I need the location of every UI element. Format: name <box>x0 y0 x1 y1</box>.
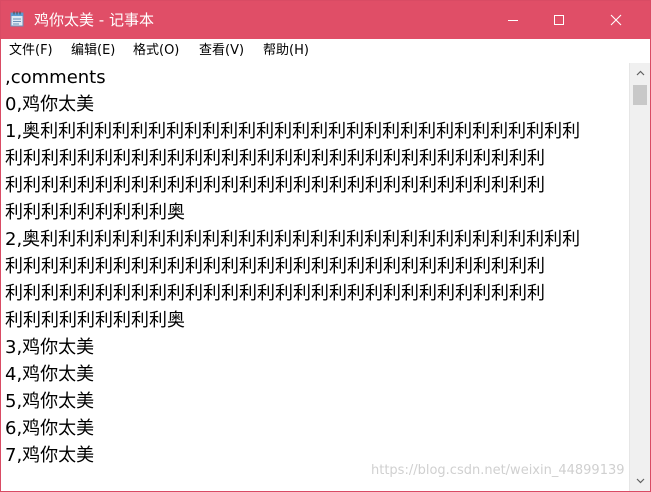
menu-bar: 文件(F) 编辑(E) 格式(O) 查看(V) 帮助(H) <box>1 39 650 63</box>
text-line: 利利利利利利利利利奥 <box>5 310 185 331</box>
text-line: 3,鸡你太美 <box>5 337 95 358</box>
text-line: 6,鸡你太美 <box>5 418 95 439</box>
notepad-window: 鸡你太美 - 记事本 文件(F) 编辑(E) 格式(O) 查看(V) 帮助(H)… <box>0 0 651 492</box>
title-bar[interactable]: 鸡你太美 - 记事本 <box>1 1 650 39</box>
text-line: 利利利利利利利利利利利利利利利利利利利利利利利利利利利利利利 <box>5 175 545 196</box>
close-button[interactable] <box>582 1 650 39</box>
chevron-up-icon <box>636 70 644 76</box>
scroll-up-button[interactable] <box>630 63 650 83</box>
text-line: 利利利利利利利利利奥 <box>5 202 185 223</box>
menu-edit[interactable]: 编辑(E) <box>71 39 115 63</box>
watermark-text: https://blog.csdn.net/weixin_44899139 <box>371 463 625 478</box>
scroll-down-button[interactable] <box>630 471 650 491</box>
text-line: ,comments <box>5 67 106 88</box>
minimize-icon <box>508 20 518 21</box>
text-line: 利利利利利利利利利利利利利利利利利利利利利利利利利利利利利利 <box>5 148 545 169</box>
vertical-scrollbar[interactable] <box>629 63 650 491</box>
text-line: 利利利利利利利利利利利利利利利利利利利利利利利利利利利利利利 <box>5 283 545 304</box>
menu-view[interactable]: 查看(V) <box>199 39 244 63</box>
text-line: 0,鸡你太美 <box>5 94 95 115</box>
text-line: 7,鸡你太美 <box>5 445 95 466</box>
text-editor[interactable]: ,comments 0,鸡你太美 1,奥利利利利利利利利利利利利利利利利利利利利… <box>1 63 629 491</box>
text-line: 利利利利利利利利利利利利利利利利利利利利利利利利利利利利利利 <box>5 256 545 277</box>
window-title: 鸡你太美 - 记事本 <box>34 11 154 29</box>
minimize-button[interactable] <box>490 1 536 39</box>
text-line: 2,奥利利利利利利利利利利利利利利利利利利利利利利利利利利利利利利 <box>5 229 581 250</box>
text-line: 4,鸡你太美 <box>5 364 95 385</box>
text-line: 5,鸡你太美 <box>5 391 95 412</box>
maximize-icon <box>554 15 564 25</box>
close-icon <box>610 14 622 26</box>
notepad-icon[interactable] <box>10 11 24 27</box>
menu-file[interactable]: 文件(F) <box>9 39 53 63</box>
chevron-down-icon <box>636 478 644 484</box>
text-line: 1,奥利利利利利利利利利利利利利利利利利利利利利利利利利利利利利利 <box>5 121 581 142</box>
menu-help[interactable]: 帮助(H) <box>263 39 309 63</box>
scroll-thumb[interactable] <box>633 85 647 105</box>
maximize-button[interactable] <box>536 1 582 39</box>
menu-format[interactable]: 格式(O) <box>133 39 179 63</box>
